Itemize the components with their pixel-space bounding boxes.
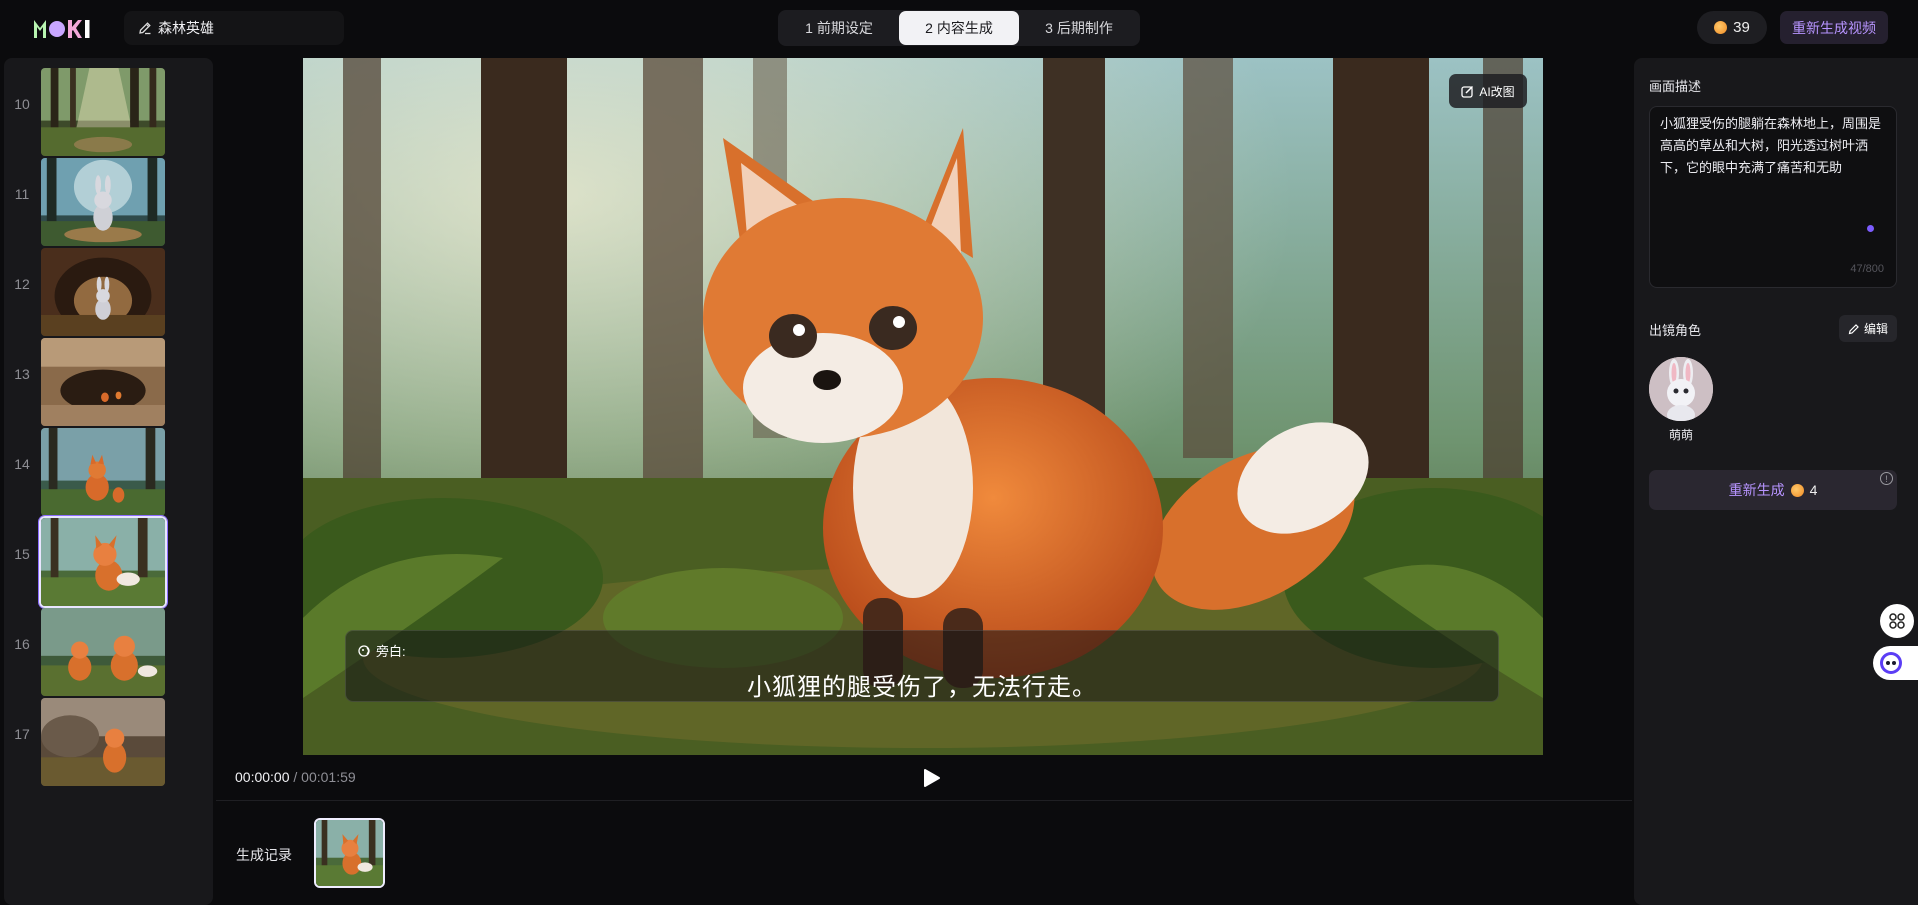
fox-forest-history-image [316,820,383,886]
character-name: 萌萌 [1668,428,1693,442]
tab-post-production[interactable]: 3 后期制作 [1019,11,1139,45]
total-time: 00:01:59 [301,769,356,785]
regenerate-video-button[interactable]: 重新生成视频 [1780,11,1888,44]
list-item: 12 [4,238,213,336]
edit-characters-button[interactable]: 编辑 [1839,315,1897,342]
forest-path-image [41,68,165,156]
top-bar: 森林英雄 1 前期设定 2 内容生成 3 后期制作 39 重新生成视频 [0,0,1918,56]
info-icon[interactable]: ! [1880,472,1893,485]
tab-content-generation[interactable]: 2 内容生成 [899,11,1019,45]
list-item: 17 [4,688,213,786]
shot-list[interactable]: 10 11 12 13 14 15 16 17 [4,58,213,905]
list-item: 16 [4,598,213,696]
scene-description-input[interactable]: 小狐狸受伤的腿躺在森林地上，周围是高高的草丛和大树，阳光透过树叶洒下，它的眼中充… [1649,106,1897,288]
rabbit-avatar-image [1649,357,1713,421]
shot-number: 15 [14,546,30,562]
narration-text: 小狐狸的腿受伤了，无法行走。 [747,674,1097,701]
shot-thumbnail[interactable] [39,156,167,248]
edit-image-icon [1461,85,1474,98]
list-item: 11 [4,148,213,246]
player-controls: 00:00:00 / 00:01:59 [216,756,1632,800]
time-separator: / [289,769,302,785]
apps-grid-button[interactable] [1880,604,1914,638]
project-title-field[interactable]: 森林英雄 [124,11,344,45]
project-title: 森林英雄 [158,20,214,36]
narration-label: 旁白: [358,641,406,660]
pencil-icon [1848,323,1859,334]
coin-icon [1790,483,1804,497]
rabbit-cave-image [41,248,165,336]
current-time: 00:00:00 [235,769,290,785]
shot-thumbnail[interactable] [39,696,167,788]
shot-thumbnail[interactable] [39,336,167,428]
cave-fox-image [41,338,165,426]
regenerate-cost: 4 [1809,482,1818,498]
moki-logo-mark [34,20,90,38]
tab-pre-production[interactable]: 1 前期设定 [779,11,899,45]
scene-description-text: 小狐狸受伤的腿躺在森林地上，周围是高高的草丛和大树，阳光透过树叶洒下，它的眼中充… [1660,116,1882,175]
list-item: 14 [4,418,213,516]
fox-forest-image [41,518,165,606]
narration-label-text: 旁白: [376,644,406,659]
characters-title: 出镜角色 [1649,323,1702,338]
list-item: 15 [4,508,213,608]
generation-history-label: 生成记录 [236,847,292,863]
list-item: 13 [4,328,213,426]
fox-rabbit-image [41,428,165,516]
narrator-icon [358,644,370,657]
shot-number: 11 [14,186,30,202]
assistant-bot-icon [1880,652,1902,674]
coin-icon [1714,21,1728,34]
char-count: 47/800 [1850,263,1884,275]
scene-description-title: 画面描述 [1649,79,1702,94]
properties-panel: 画面描述 小狐狸受伤的腿躺在森林地上，周围是高高的草丛和大树，阳光透过树叶洒下，… [1634,58,1918,905]
coin-count: 39 [1733,19,1750,36]
shot-number: 14 [14,456,30,472]
step-tabs: 1 前期设定 2 内容生成 3 后期制作 [778,10,1140,46]
character-avatar[interactable] [1649,357,1713,421]
shot-thumbnail-selected[interactable] [39,516,167,608]
shot-number: 16 [14,636,30,652]
edit-label: 编辑 [1863,322,1888,336]
shot-thumbnail[interactable] [39,426,167,518]
shot-number: 13 [14,366,30,382]
apps-grid-icon [1889,613,1905,629]
app-root: 森林英雄 1 前期设定 2 内容生成 3 后期制作 39 重新生成视频 10 1… [0,0,1918,905]
coin-balance[interactable]: 39 [1697,11,1767,44]
shot-number: 10 [14,96,30,112]
regenerate-image-button[interactable]: 重新生成 4 ! [1649,470,1897,510]
moki-logo[interactable] [34,17,92,39]
cursor-dot-icon [1867,225,1874,232]
preview-stage: AI改图 旁白: 小狐狸的腿受伤了，无法行走。 [303,58,1543,755]
regenerate-label: 重新生成 [1728,482,1785,498]
ai-edit-button[interactable]: AI改图 [1449,74,1527,108]
rabbit-forest-image [41,158,165,246]
ai-edit-label: AI改图 [1479,84,1515,99]
shot-thumbnail[interactable] [39,606,167,698]
assistant-button[interactable] [1873,646,1918,680]
timecode: 00:00:00 / 00:01:59 [235,769,356,785]
shot-thumbnail[interactable] [39,246,167,338]
shot-number: 17 [14,726,30,742]
divider [216,800,1632,801]
play-icon[interactable] [919,766,943,790]
shot-thumbnail[interactable] [39,66,167,158]
list-item: 10 [4,58,213,156]
shot-number: 12 [14,276,30,292]
fox-rocks-image [41,698,165,786]
pencil-icon [139,22,151,35]
narration-caption[interactable]: 旁白: 小狐狸的腿受伤了，无法行走。 [345,630,1499,702]
fox-rabbit-pair-image [41,608,165,696]
history-thumbnail[interactable] [314,818,385,888]
